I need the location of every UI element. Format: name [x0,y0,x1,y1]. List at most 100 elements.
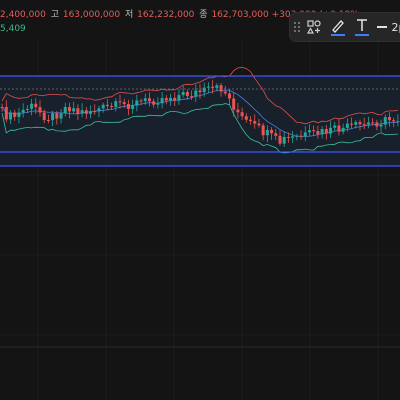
candle [114,101,118,107]
candle [362,124,366,126]
candle [354,122,358,125]
candle [383,117,387,125]
candle [21,109,25,113]
candle [324,129,328,134]
candle [89,111,93,114]
candle [126,104,130,109]
candle [244,116,248,120]
candle [181,91,185,96]
candle [316,130,320,135]
brush-icon [331,20,346,36]
candle [274,133,278,136]
candle [67,107,71,112]
candle [131,105,135,109]
candle [110,106,114,108]
candle [105,104,109,107]
candle [291,136,295,138]
candle [358,122,362,125]
candle [34,103,38,108]
candle [333,125,337,128]
candle [303,132,307,137]
candle [93,111,97,113]
candle [387,117,391,121]
candle [396,121,400,123]
candle [30,103,34,109]
candle [379,124,383,127]
candle [270,129,274,134]
candle [240,112,244,117]
low-label: 저 [124,10,134,20]
candle [63,107,67,114]
text-tool-icon [355,19,370,36]
candle [253,121,257,124]
candle [122,102,126,105]
candle [198,90,202,93]
candle [286,137,290,139]
candle [371,122,375,124]
channel-zone-lower [0,152,400,166]
candle [38,107,42,113]
text-tool-button[interactable] [351,15,373,39]
candle [135,100,139,106]
candle [9,112,13,120]
candle [152,101,156,105]
candle [278,135,282,144]
candle [202,87,206,93]
candle [366,122,370,125]
candle [147,98,151,102]
candle [185,91,189,97]
candle [55,113,59,119]
close-label: 종 [199,10,208,20]
drawing-toolbar: 2px [290,13,400,41]
candle [80,110,84,114]
candle [299,135,303,137]
price-chart[interactable] [0,0,400,400]
candle [236,109,240,113]
candle [97,108,101,112]
candle [232,98,236,110]
candle [190,96,194,98]
drag-handle-icon[interactable] [294,19,301,35]
candle [219,85,223,92]
candle [215,85,219,88]
volume-value: 5,409 [0,24,26,34]
candle [25,108,29,110]
high-value: 163,000,000 [62,10,121,20]
candle [282,137,286,144]
line-width-label: 2px [391,20,400,34]
candle [72,108,76,112]
candle [101,104,105,109]
candle [392,120,396,122]
candle [118,101,122,103]
candle [51,113,55,121]
shape-tool-icon [307,20,321,34]
candle [337,125,341,132]
candle [0,107,4,108]
candle [249,119,253,122]
candle [375,122,379,127]
brush-tool-button[interactable] [327,15,349,39]
candle [211,86,215,88]
high-label: 고 [50,10,59,20]
candle [143,98,147,102]
candle [320,129,324,135]
shape-tool-button[interactable] [303,15,325,39]
candle [257,123,261,126]
candle [76,108,80,114]
candle [307,130,311,133]
candle [261,125,265,136]
candle [223,91,227,94]
candle [59,113,63,119]
candle [4,107,8,120]
low-value: 162,232,000 [137,10,195,20]
candle [265,129,269,136]
line-width-button[interactable]: 2px [377,21,400,34]
candle [194,90,198,97]
candle [160,98,164,104]
close-value: 162,703,000 [211,10,269,20]
candle [312,130,316,132]
candle [17,112,21,117]
candle [13,112,17,117]
candle [139,100,143,102]
candle [341,127,345,132]
